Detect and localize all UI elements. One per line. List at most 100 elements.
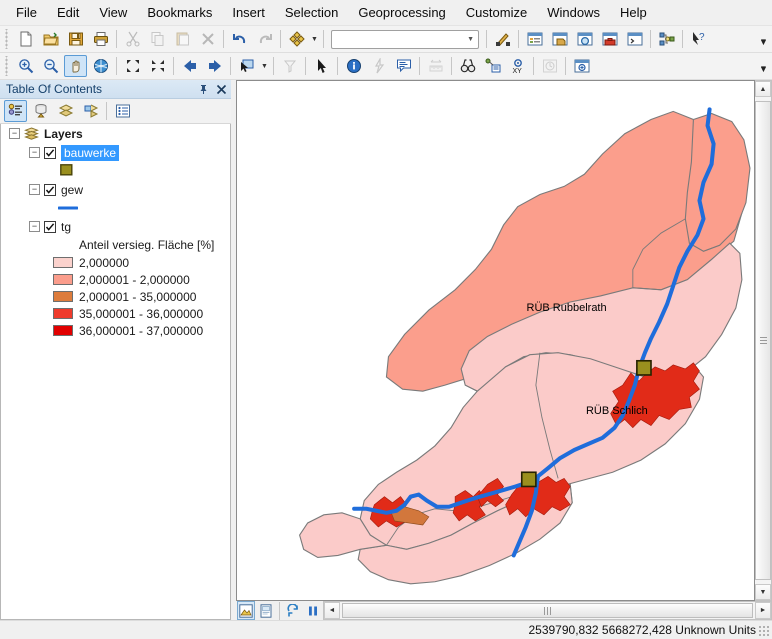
scroll-up-arrow-icon[interactable]: ▲ [755, 81, 771, 97]
table-of-contents-icon[interactable] [523, 28, 546, 50]
menu-item-file[interactable]: File [6, 2, 47, 23]
go-back-extent-icon[interactable] [178, 55, 201, 77]
pan-icon[interactable] [64, 55, 87, 77]
layout-view-icon[interactable] [257, 601, 275, 620]
list-by-selection-icon[interactable] [79, 100, 102, 122]
select-elements-icon[interactable] [310, 55, 333, 77]
go-to-xy-icon[interactable]: XY [506, 55, 529, 77]
standard-toolbar-overflow-icon[interactable]: ‗ ▼ [757, 30, 770, 49]
search-window-icon[interactable] [573, 28, 596, 50]
go-next-extent-icon[interactable] [203, 55, 226, 77]
delete-icon[interactable] [196, 28, 219, 50]
list-by-visibility-icon[interactable] [54, 100, 77, 122]
save-document-icon[interactable] [64, 28, 87, 50]
menu-item-view[interactable]: View [89, 2, 137, 23]
legend-class-row[interactable]: 35,000001 - 36,000000 [1, 305, 230, 322]
select-features-dropdown-icon[interactable]: ▼ [259, 55, 270, 77]
toc-layer-label-gew[interactable]: gew [61, 183, 83, 197]
paste-icon[interactable] [171, 28, 194, 50]
cut-icon[interactable] [121, 28, 144, 50]
resize-grip-icon[interactable] [758, 625, 770, 637]
hyperlink-icon[interactable] [367, 55, 390, 77]
refresh-view-icon[interactable] [284, 601, 302, 620]
data-view-icon[interactable] [237, 601, 255, 620]
menu-item-insert[interactable]: Insert [222, 2, 275, 23]
tools-toolbar-grip[interactable] [3, 56, 11, 76]
list-by-drawing-order-icon[interactable] [4, 100, 27, 122]
scroll-down-arrow-icon[interactable]: ▼ [755, 584, 771, 600]
hscroll-thumb[interactable] [342, 603, 753, 618]
toc-layer-tree[interactable]: − Layers − bauwerke − gew − tg Anteil ve… [0, 124, 231, 620]
open-document-icon[interactable] [39, 28, 62, 50]
arctoolbox-icon[interactable] [598, 28, 621, 50]
measure-icon[interactable] [424, 55, 447, 77]
auto-hide-pin-icon[interactable] [195, 81, 211, 97]
fixed-zoom-in-icon[interactable] [121, 55, 144, 77]
toolbar-grip[interactable] [3, 29, 11, 49]
expander-icon[interactable]: − [29, 147, 40, 158]
tools-toolbar-overflow-icon[interactable]: ‗ ▼ [757, 57, 770, 76]
print-icon[interactable] [89, 28, 112, 50]
clear-selection-icon[interactable] [278, 55, 301, 77]
python-window-icon[interactable] [623, 28, 646, 50]
menu-item-help[interactable]: Help [610, 2, 657, 23]
zoom-in-icon[interactable] [14, 55, 37, 77]
fixed-zoom-out-icon[interactable] [146, 55, 169, 77]
menu-item-geoprocessing[interactable]: Geoprocessing [348, 2, 455, 23]
layer-visibility-checkbox[interactable] [44, 183, 56, 196]
map-canvas[interactable] [237, 81, 754, 600]
close-icon[interactable] [213, 81, 229, 97]
zoom-out-icon[interactable] [39, 55, 62, 77]
toc-root-layers[interactable]: − Layers [1, 124, 230, 143]
map-data-view[interactable]: RÜB Rubbelrath RÜB Schlich [236, 80, 755, 601]
copy-icon[interactable] [146, 28, 169, 50]
list-by-source-icon[interactable] [29, 100, 52, 122]
toc-layer-gew[interactable]: − gew [1, 180, 230, 199]
expander-icon[interactable]: − [9, 128, 20, 139]
toc-layer-label-bauwerke[interactable]: bauwerke [61, 144, 120, 161]
expander-icon[interactable]: − [29, 221, 40, 232]
scroll-left-arrow-icon[interactable]: ◄ [324, 602, 340, 619]
map-horizontal-scrollbar[interactable]: ◄ ► [323, 601, 772, 620]
toc-layer-bauwerke[interactable]: − bauwerke [1, 143, 230, 162]
legend-class-row[interactable]: 2,000001 - 35,000000 [1, 288, 230, 305]
menu-item-edit[interactable]: Edit [47, 2, 89, 23]
pause-drawing-icon[interactable] [304, 601, 322, 620]
redo-icon[interactable] [253, 28, 276, 50]
layer-visibility-checkbox[interactable] [44, 220, 56, 233]
hscroll-track[interactable] [340, 602, 755, 619]
menu-item-bookmarks[interactable]: Bookmarks [137, 2, 222, 23]
create-viewer-window-icon[interactable] [570, 55, 593, 77]
add-data-icon[interactable] [285, 28, 308, 50]
html-popup-icon[interactable] [392, 55, 415, 77]
new-map-document-icon[interactable] [14, 28, 37, 50]
map-vertical-scrollbar[interactable]: ▲ ▼ [755, 80, 772, 601]
legend-class-row[interactable]: 36,000001 - 37,000000 [1, 322, 230, 339]
menu-item-customize[interactable]: Customize [456, 2, 537, 23]
scroll-right-arrow-icon[interactable]: ► [755, 602, 771, 619]
legend-class-row[interactable]: 2,000000 [1, 254, 230, 271]
whats-this-help-icon[interactable]: ? [687, 28, 710, 50]
undo-icon[interactable] [228, 28, 251, 50]
toc-layer-tg[interactable]: − tg [1, 217, 230, 236]
model-builder-icon[interactable] [655, 28, 678, 50]
find-route-icon[interactable] [481, 55, 504, 77]
editor-toolbar-icon[interactable] [491, 28, 514, 50]
vscroll-thumb[interactable] [755, 101, 771, 580]
identify-icon[interactable] [342, 55, 365, 77]
layer-visibility-checkbox[interactable] [44, 146, 56, 159]
toc-layer-label-tg[interactable]: tg [61, 220, 71, 234]
catalog-icon[interactable] [548, 28, 571, 50]
legend-class-row[interactable]: 2,000001 - 2,000000 [1, 271, 230, 288]
time-slider-icon[interactable] [538, 55, 561, 77]
add-data-dropdown-icon[interactable]: ▼ [309, 28, 320, 50]
find-icon[interactable] [456, 55, 479, 77]
vscroll-track[interactable] [755, 97, 771, 584]
map-scale-combo[interactable]: ▼ [331, 29, 479, 49]
options-icon[interactable] [111, 100, 134, 122]
expander-icon[interactable]: − [29, 184, 40, 195]
select-features-icon[interactable] [235, 55, 258, 77]
full-extent-icon[interactable] [89, 55, 112, 77]
menu-item-windows[interactable]: Windows [537, 2, 610, 23]
menu-item-selection[interactable]: Selection [275, 2, 348, 23]
